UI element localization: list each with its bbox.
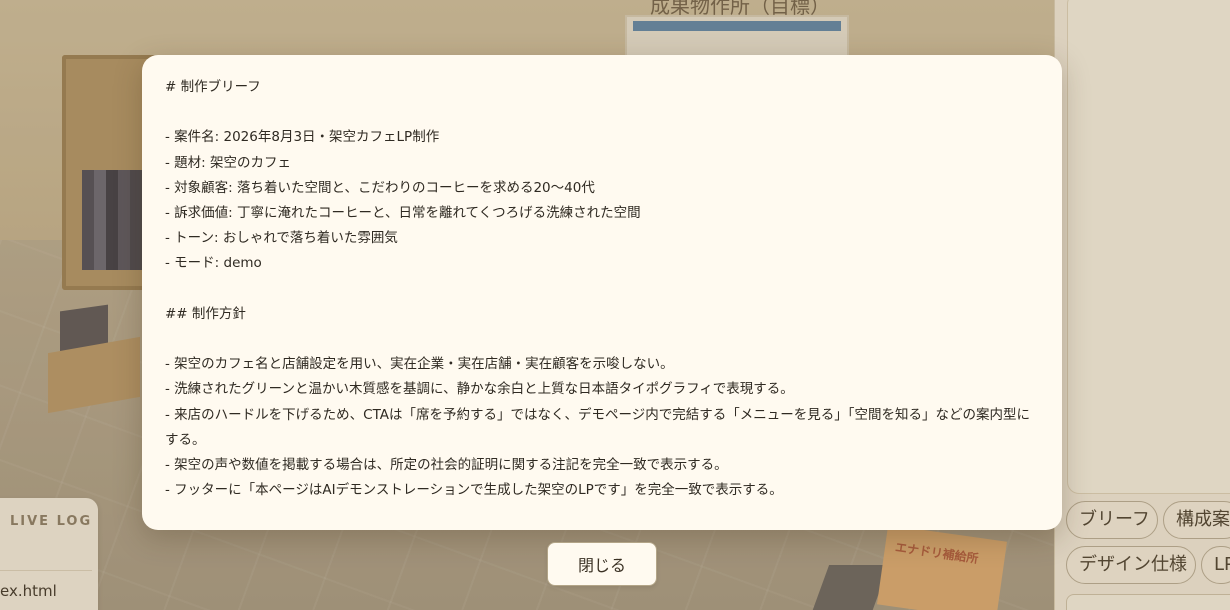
app-stage: 成果物作所（目標） エナドリ補給所 LIVE LOG ex.html ブリーフ … <box>0 0 1230 610</box>
brief-content: # 制作ブリーフ - 案件名: 2026年8月3日・架空カフェLP制作 - 題材… <box>165 79 1031 499</box>
close-button[interactable]: 閉じる <box>547 542 657 586</box>
brief-modal: # 制作ブリーフ - 案件名: 2026年8月3日・架空カフェLP制作 - 題材… <box>142 55 1062 530</box>
